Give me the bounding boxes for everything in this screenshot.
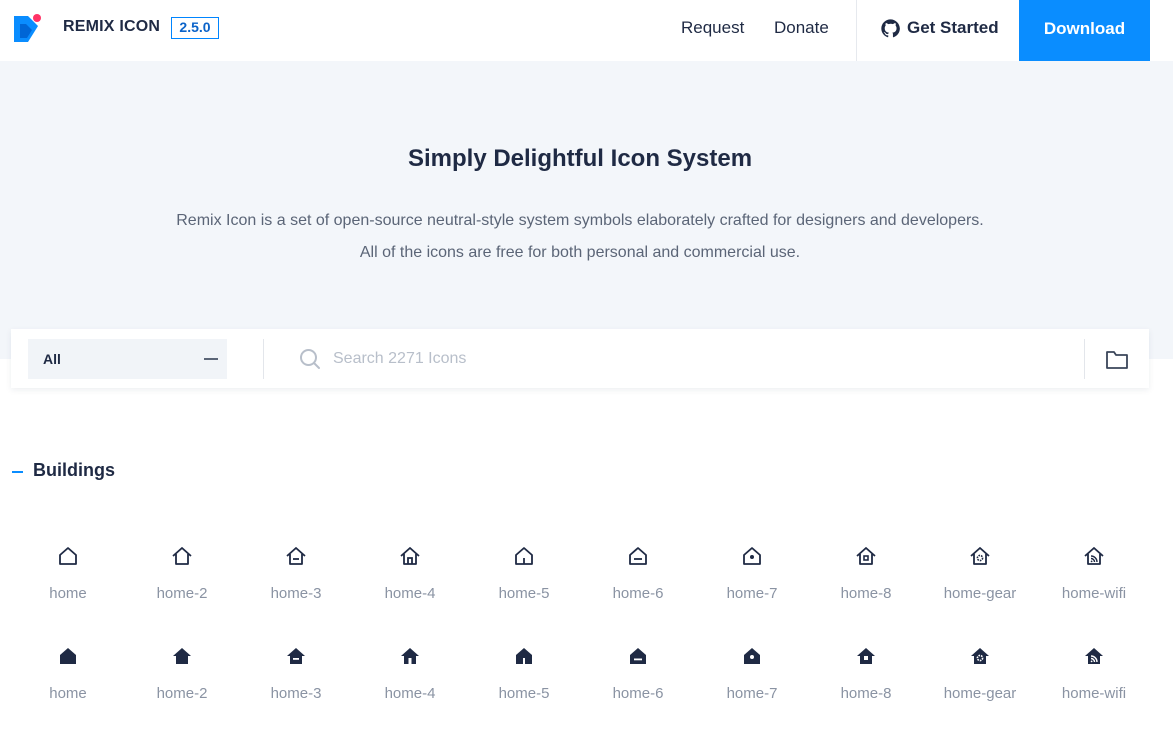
icon-card[interactable]: home-gear bbox=[923, 630, 1037, 720]
divider bbox=[1084, 339, 1085, 379]
icon-card[interactable]: home-5 bbox=[467, 530, 581, 620]
icon-label: home-2 bbox=[156, 685, 208, 702]
hero-desc-line-2: All of the icons are free for both perso… bbox=[359, 244, 801, 261]
home-fill-icon bbox=[60, 648, 76, 664]
icon-label: home-6 bbox=[612, 585, 664, 602]
icon-label: home-2 bbox=[156, 585, 208, 602]
home-3-line-icon bbox=[286, 547, 306, 565]
nav-donate-link[interactable]: Donate bbox=[774, 18, 829, 38]
home-gear-fill-icon bbox=[971, 648, 989, 664]
github-icon bbox=[881, 18, 900, 37]
icon-card[interactable]: home-wifi bbox=[1037, 630, 1151, 720]
home-2-line-icon bbox=[172, 547, 192, 565]
home-5-line-icon bbox=[515, 547, 533, 565]
icon-card[interactable]: home-5 bbox=[467, 630, 581, 720]
home-6-fill-icon bbox=[630, 648, 646, 664]
nav-divider bbox=[856, 0, 857, 61]
home-line-icon bbox=[59, 547, 77, 565]
home-wifi-fill-icon bbox=[1085, 648, 1103, 664]
icon-card[interactable]: home-8 bbox=[809, 530, 923, 620]
icon-card[interactable]: home-7 bbox=[695, 530, 809, 620]
brand-name[interactable]: REMIX ICON bbox=[63, 18, 160, 36]
icon-card[interactable]: home bbox=[11, 630, 125, 720]
icon-label: home-6 bbox=[612, 685, 664, 702]
divider bbox=[263, 339, 264, 379]
home-7-fill-icon bbox=[744, 648, 760, 664]
icon-label: home-5 bbox=[498, 685, 550, 702]
section-collapse-icon[interactable] bbox=[12, 471, 23, 473]
search-bar: All bbox=[11, 329, 1149, 388]
home-2-fill-icon bbox=[173, 648, 191, 664]
hero-description: Remix Icon is a set of open-source neutr… bbox=[0, 205, 1160, 269]
category-selected-value: All bbox=[43, 351, 61, 367]
icon-label: home-8 bbox=[840, 585, 892, 602]
icon-label: home-4 bbox=[384, 585, 436, 602]
nav-request-link[interactable]: Request bbox=[681, 18, 744, 38]
icon-card[interactable]: home-3 bbox=[239, 530, 353, 620]
icon-card[interactable]: home-3 bbox=[239, 630, 353, 720]
category-select[interactable]: All bbox=[28, 339, 227, 379]
icon-card[interactable]: home-8 bbox=[809, 630, 923, 720]
section-title[interactable]: Buildings bbox=[33, 460, 115, 481]
icon-card[interactable]: home-gear bbox=[923, 530, 1037, 620]
home-4-line-icon bbox=[400, 547, 420, 565]
icon-label: home-3 bbox=[270, 585, 322, 602]
icon-row-line: home home-2 home-3 home-4 home-5 home-6 bbox=[11, 530, 1151, 620]
search-input[interactable] bbox=[333, 347, 1033, 371]
hero-section: Simply Delightful Icon System Remix Icon… bbox=[0, 61, 1173, 359]
icon-label: home-5 bbox=[498, 585, 550, 602]
icon-label: home bbox=[49, 585, 87, 602]
home-3-fill-icon bbox=[287, 648, 305, 664]
hero-title: Simply Delightful Icon System bbox=[407, 145, 753, 172]
search-icon bbox=[300, 349, 320, 369]
download-button[interactable]: Download bbox=[1019, 0, 1150, 61]
icon-label: home-7 bbox=[726, 585, 778, 602]
icon-card[interactable]: home-wifi bbox=[1037, 530, 1151, 620]
icon-card[interactable]: home-4 bbox=[353, 530, 467, 620]
folder-icon[interactable] bbox=[1105, 349, 1129, 371]
home-8-line-icon bbox=[856, 547, 876, 565]
icon-label: home-8 bbox=[840, 685, 892, 702]
icon-label: home bbox=[49, 685, 87, 702]
icon-row-fill: home home-2 home-3 home-4 home-5 home-6 bbox=[11, 630, 1151, 720]
icon-label: home-wifi bbox=[1061, 685, 1127, 702]
collapse-icon bbox=[204, 358, 218, 360]
icon-card[interactable]: home-7 bbox=[695, 630, 809, 720]
home-7-line-icon bbox=[743, 547, 761, 565]
top-header: REMIX ICON 2.5.0 Request Donate Get Star… bbox=[0, 0, 1173, 61]
get-started-label: Get Started bbox=[907, 18, 999, 37]
icon-card[interactable]: home-2 bbox=[125, 630, 239, 720]
icon-label: home-3 bbox=[270, 685, 322, 702]
icon-card[interactable]: home-6 bbox=[581, 630, 695, 720]
home-8-fill-icon bbox=[857, 648, 875, 664]
home-gear-line-icon bbox=[970, 547, 990, 565]
icon-label: home-wifi bbox=[1061, 585, 1127, 602]
home-4-fill-icon bbox=[401, 648, 419, 664]
home-5-fill-icon bbox=[516, 648, 532, 664]
icon-card[interactable]: home-2 bbox=[125, 530, 239, 620]
icon-label: home-gear bbox=[943, 685, 1017, 702]
icon-card[interactable]: home-4 bbox=[353, 630, 467, 720]
icon-card[interactable]: home-6 bbox=[581, 530, 695, 620]
icon-card[interactable]: home bbox=[11, 530, 125, 620]
icon-label: home-4 bbox=[384, 685, 436, 702]
version-badge: 2.5.0 bbox=[171, 17, 219, 39]
icon-label: home-gear bbox=[943, 585, 1017, 602]
remix-logo-icon[interactable] bbox=[14, 14, 42, 42]
hero-desc-line-1: Remix Icon is a set of open-source neutr… bbox=[176, 212, 984, 229]
home-6-line-icon bbox=[629, 547, 647, 565]
get-started-link[interactable]: Get Started bbox=[880, 16, 999, 40]
icon-label: home-7 bbox=[726, 685, 778, 702]
home-wifi-line-icon bbox=[1084, 547, 1104, 565]
